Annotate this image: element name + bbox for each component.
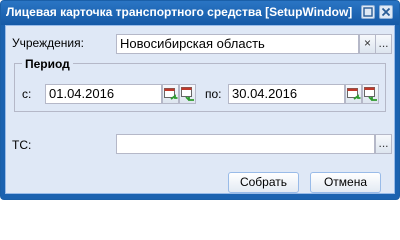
to-date-clear-button[interactable] <box>362 84 379 104</box>
browse-institution-button[interactable]: ... <box>375 34 392 54</box>
from-date-field[interactable]: 01.04.2016 <box>45 84 162 104</box>
institution-label: Учреждения: <box>12 36 84 50</box>
minimize-icon <box>363 7 373 17</box>
to-date-picker-button[interactable] <box>345 84 362 104</box>
collect-button[interactable]: Собрать <box>228 172 299 193</box>
institution-field[interactable]: Новосибирская область <box>116 34 359 54</box>
from-date-clear-button[interactable] <box>179 84 196 104</box>
minimize-button[interactable] <box>361 5 375 19</box>
to-label: по: <box>205 87 222 101</box>
from-label: с: <box>22 87 32 101</box>
setup-window: Лицевая карточка транспортного средства … <box>0 0 400 200</box>
ellipsis-icon: ... <box>378 36 389 50</box>
window-title: Лицевая карточка транспортного средства … <box>6 5 353 19</box>
clear-institution-button[interactable]: × <box>359 34 376 54</box>
cancel-button[interactable]: Отмена <box>310 172 381 193</box>
calendar-icon <box>164 88 178 100</box>
close-button[interactable] <box>379 5 393 19</box>
ts-field[interactable] <box>116 134 375 154</box>
from-date-picker-button[interactable] <box>162 84 179 104</box>
calendar-arrow-icon <box>364 87 377 101</box>
title-bar[interactable]: Лицевая карточка транспортного средства … <box>1 1 399 25</box>
close-icon <box>381 7 391 17</box>
browse-ts-button[interactable]: ... <box>375 134 392 154</box>
ellipsis-icon: ... <box>378 136 389 150</box>
period-legend: Период <box>22 57 73 71</box>
ts-label: ТС: <box>12 138 32 152</box>
calendar-arrow-icon <box>181 87 194 101</box>
to-date-field[interactable]: 30.04.2016 <box>228 84 345 104</box>
clear-icon: × <box>363 36 371 50</box>
window-body: Учреждения: Новосибирская область × ... … <box>5 25 395 194</box>
calendar-icon <box>347 88 361 100</box>
